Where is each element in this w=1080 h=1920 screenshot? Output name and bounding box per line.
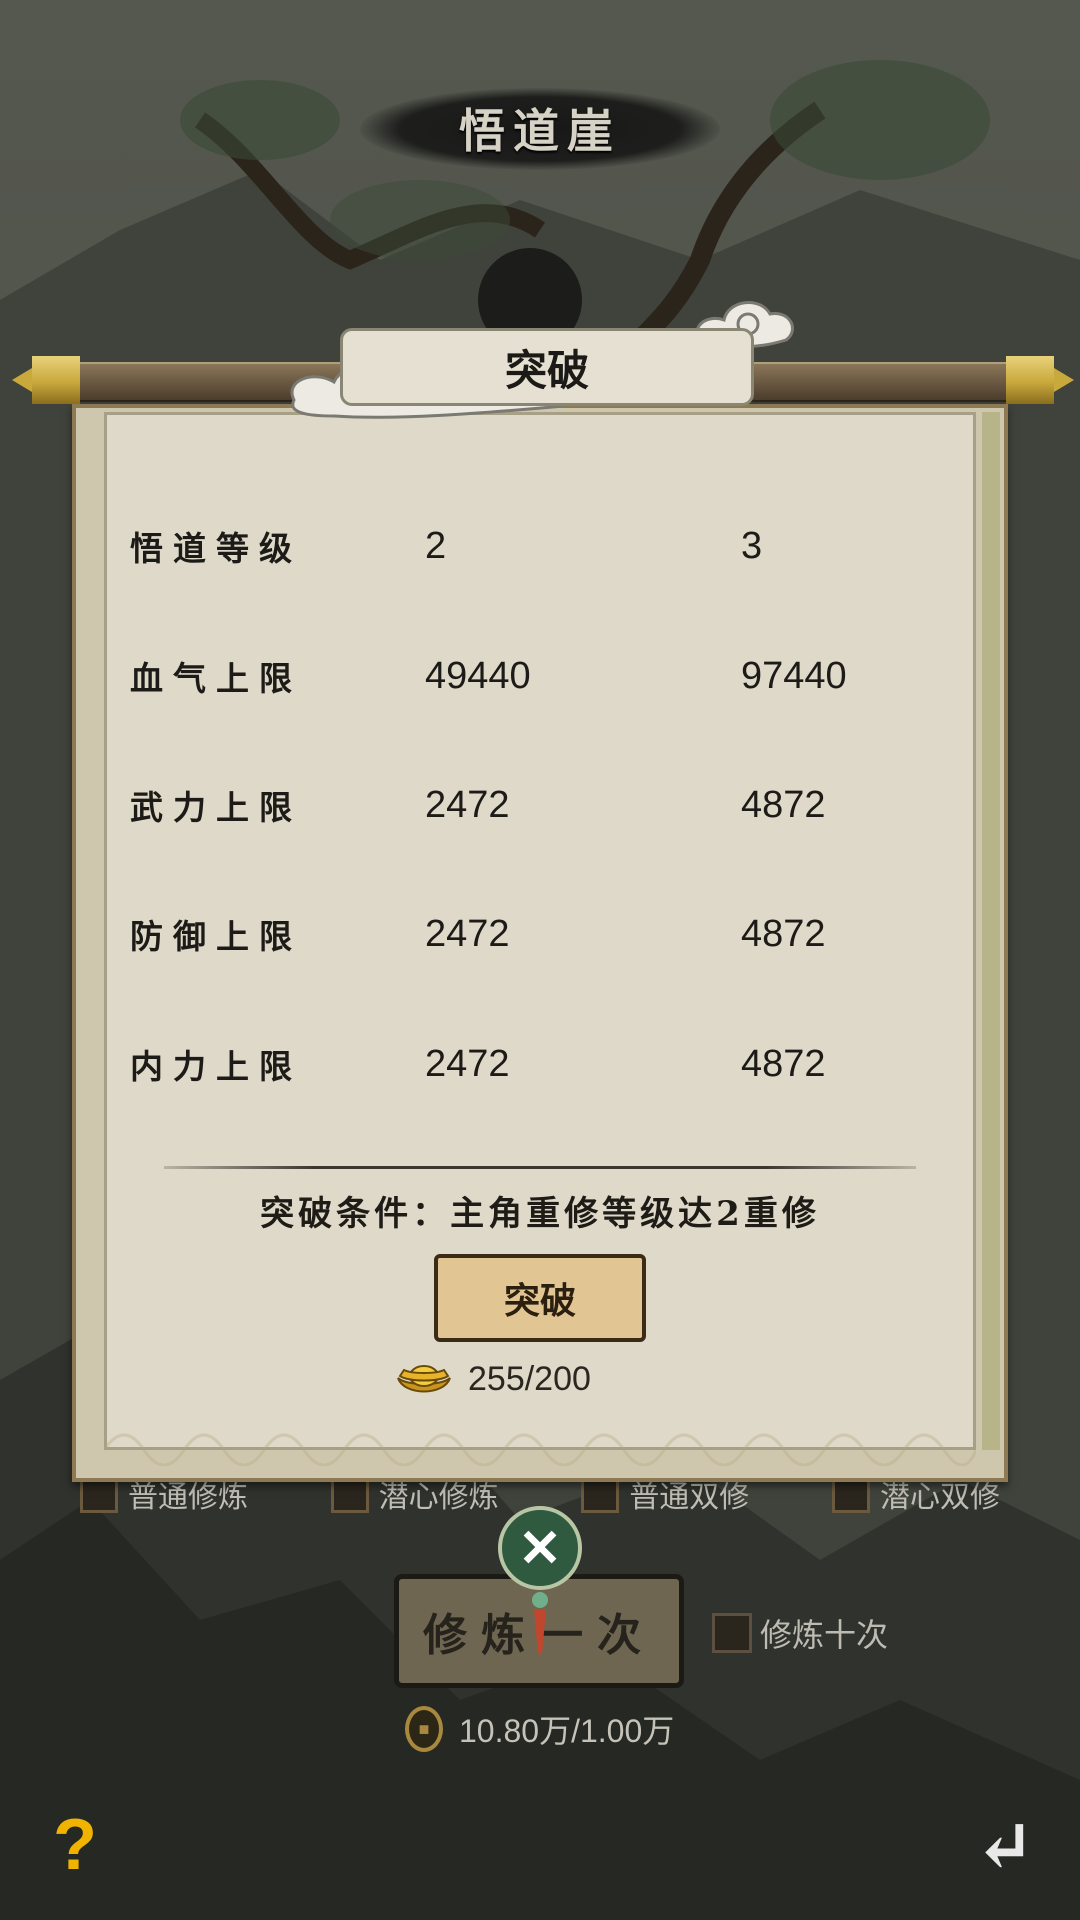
stat-name: 武力上限 (130, 788, 302, 827)
location-title: 悟道崖 (459, 104, 621, 158)
stat-name: 内力上限 (130, 1047, 302, 1086)
stat-next: 97440 (741, 654, 847, 697)
rod-tip (12, 368, 32, 392)
divider (164, 1166, 916, 1169)
crossed-swords-icon: ✕ (498, 1506, 582, 1590)
checkbox[interactable] (712, 1613, 752, 1653)
question-mark-icon: ? (53, 1805, 97, 1885)
breakthrough-cost: 255/200 (394, 1356, 591, 1402)
stat-next: 4872 (741, 1042, 826, 1085)
breakthrough-condition: 突破条件：主角重修等级达2重修 (260, 1194, 820, 1234)
training-cost-value: 10.80万/1.00万 (459, 1713, 675, 1749)
stat-row: 血气上限 49440 97440 (130, 646, 950, 706)
rod-cap (32, 356, 80, 404)
rod-tip (1054, 368, 1074, 392)
dialog-tab-title: 突破 (340, 328, 754, 406)
back-button[interactable]: ↵ (930, 1770, 1080, 1920)
tassel-ornament (532, 1592, 548, 1654)
dialog-edge (982, 412, 1000, 1450)
rod-cap (1006, 356, 1054, 404)
breakthrough-cost-value: 255/200 (468, 1359, 591, 1398)
copper-coin-icon: ■ (405, 1706, 443, 1752)
wave-pattern (104, 1433, 976, 1466)
stat-name: 悟道等级 (130, 529, 302, 568)
help-button[interactable]: ? (0, 1770, 150, 1920)
stat-current: 2 (425, 524, 447, 567)
stat-row: 武力上限 2472 4872 (130, 775, 950, 835)
return-arrow-icon: ↵ (974, 1802, 1036, 1888)
stat-current: 2472 (425, 783, 510, 826)
ten-times-option[interactable]: 修炼十次 (712, 1610, 888, 1656)
stat-current: 49440 (425, 654, 531, 697)
stat-next: 4872 (741, 912, 826, 955)
stat-next: 4872 (741, 783, 826, 826)
stat-row: 悟道等级 2 3 (130, 516, 950, 576)
training-cost: ■ 10.80万/1.00万 (405, 1706, 674, 1752)
ten-times-label: 修炼十次 (760, 1616, 889, 1654)
stat-row: 内力上限 2472 4872 (130, 1034, 950, 1094)
stat-row: 防御上限 2472 4872 (130, 904, 950, 964)
stat-current: 2472 (425, 912, 510, 955)
breakthrough-button[interactable]: 突破 (434, 1254, 646, 1342)
stat-name: 防御上限 (130, 917, 302, 956)
stat-name: 血气上限 (130, 659, 302, 698)
stat-next: 3 (741, 524, 763, 567)
gold-ingot-icon (397, 1365, 451, 1393)
stat-current: 2472 (425, 1042, 510, 1085)
